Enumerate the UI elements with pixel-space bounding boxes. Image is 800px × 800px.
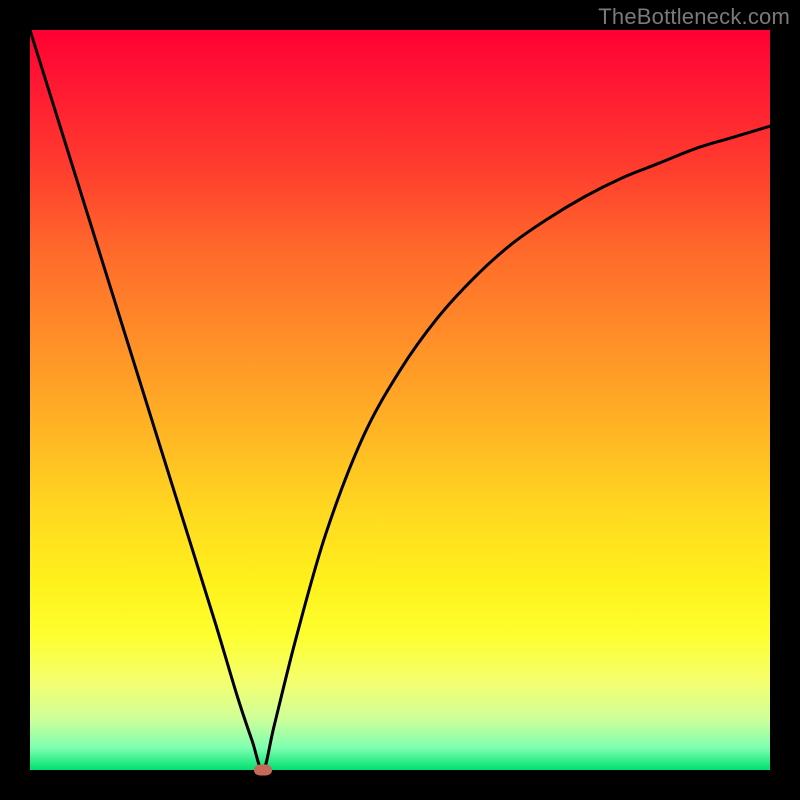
curve-path	[30, 30, 770, 770]
minimum-marker-dot	[254, 765, 272, 776]
chart-frame: TheBottleneck.com	[0, 0, 800, 800]
watermark-label: TheBottleneck.com	[598, 4, 790, 30]
bottleneck-curve	[30, 30, 770, 770]
plot-area	[30, 30, 770, 770]
